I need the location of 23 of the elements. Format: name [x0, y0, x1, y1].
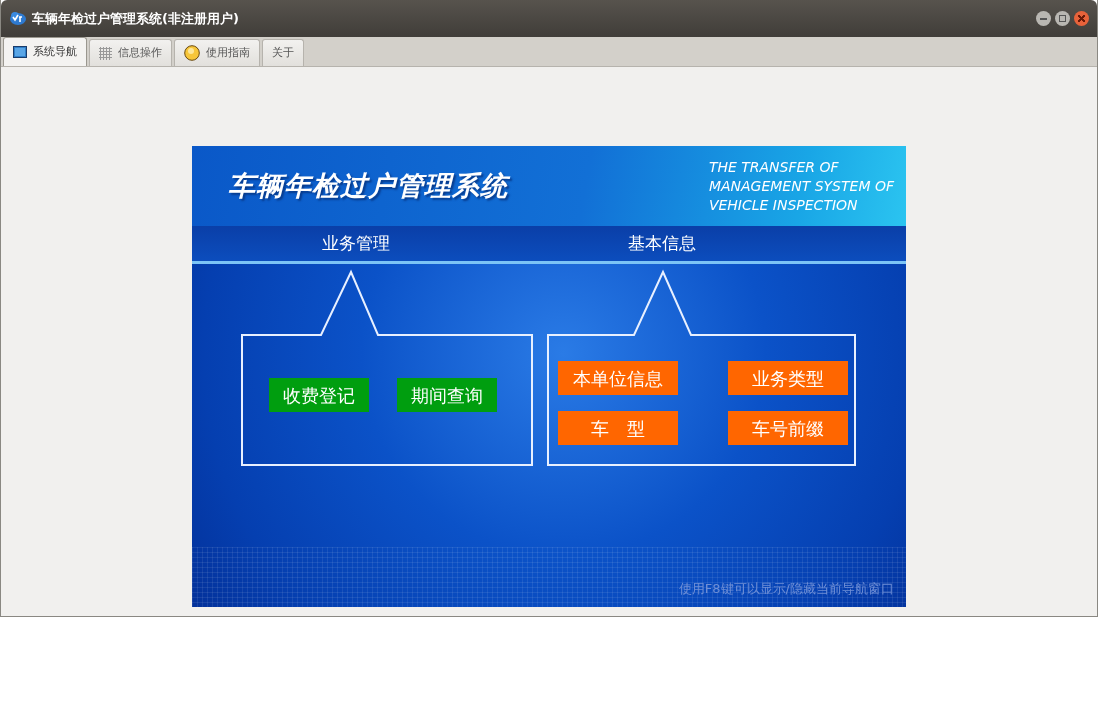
- window-title: 车辆年检过户管理系统(非注册用户): [32, 9, 239, 28]
- menu-button[interactable]: 本单位信息: [558, 361, 678, 395]
- help-icon: [184, 45, 200, 61]
- maximize-button[interactable]: [1055, 11, 1070, 26]
- menu-button[interactable]: 车 型: [558, 411, 678, 445]
- menu-button[interactable]: 车号前缀: [728, 411, 848, 445]
- grid-icon: [99, 46, 112, 60]
- app-logo-icon: [9, 11, 26, 26]
- monitor-icon: [13, 46, 27, 58]
- menu-button[interactable]: 收费登记: [269, 378, 369, 412]
- system-title: 车辆年检过户管理系统: [228, 168, 508, 203]
- tab[interactable]: 系统导航: [3, 37, 87, 66]
- close-button[interactable]: [1074, 11, 1089, 26]
- minimize-button[interactable]: [1036, 11, 1051, 26]
- menu-button[interactable]: 业务类型: [728, 361, 848, 395]
- tab[interactable]: 信息操作: [89, 39, 172, 66]
- english-subtitle: THE TRANSFER OF MANAGEMENT SYSTEM OF VEHICLE INSPECTION: [708, 157, 894, 215]
- tab[interactable]: 关于: [262, 39, 304, 66]
- section-heading: 业务管理: [321, 231, 391, 255]
- tab[interactable]: 使用指南: [174, 39, 260, 66]
- hint-text: 使用F8键可以显示/隐藏当前导航窗口: [678, 579, 894, 598]
- menu-button[interactable]: 期间查询: [397, 378, 497, 412]
- section-heading: 基本信息: [627, 231, 697, 255]
